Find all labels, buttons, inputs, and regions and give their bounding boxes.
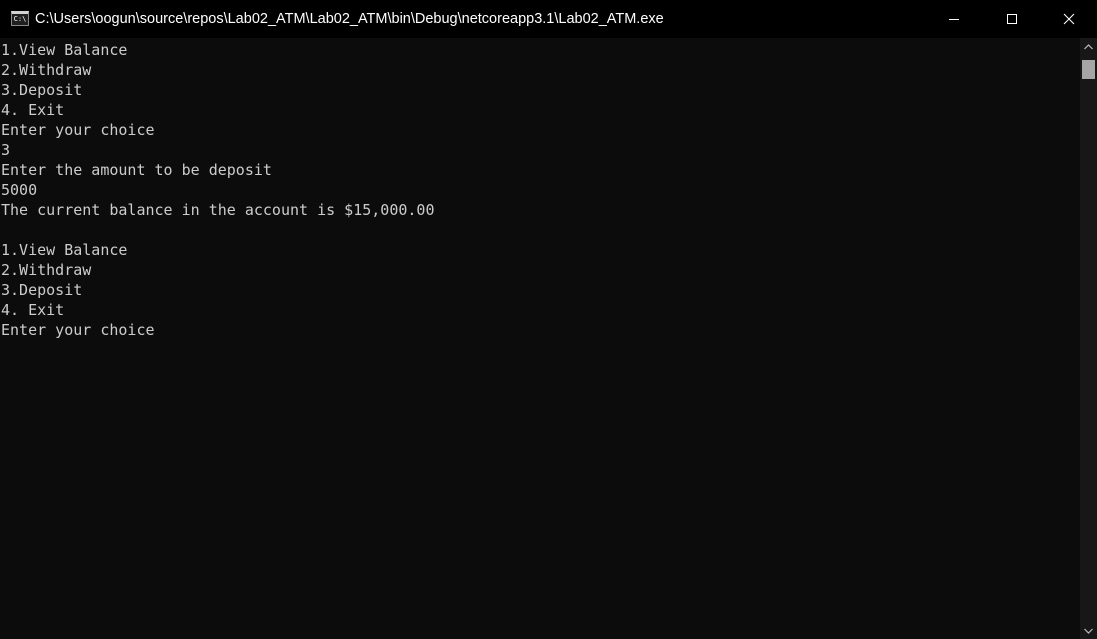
window-title: C:\Users\oogun\source\repos\Lab02_ATM\La…: [35, 11, 664, 27]
close-icon: [1063, 13, 1075, 25]
title-bar[interactable]: C:\ C:\Users\oogun\source\repos\Lab02_AT…: [0, 0, 1097, 38]
console-line: Enter your choice: [1, 121, 155, 139]
console-line: 4. Exit: [1, 101, 65, 119]
console-icon-label: C:\: [13, 15, 27, 23]
console-line: 3: [1, 141, 11, 159]
console-icon[interactable]: C:\: [11, 11, 29, 26]
close-button[interactable]: [1041, 0, 1097, 38]
console-line: 1.View Balance: [1, 241, 128, 259]
scroll-thumb[interactable]: [1082, 60, 1095, 79]
console-line: Enter the amount to be deposit: [1, 161, 272, 179]
maximize-icon: [1007, 14, 1017, 24]
console-line: 3.Deposit: [1, 81, 83, 99]
console-line: The current balance in the account is $1…: [1, 201, 435, 219]
maximize-button[interactable]: [983, 0, 1041, 38]
chevron-down-icon: [1084, 628, 1093, 634]
console-line: Enter your choice: [1, 321, 155, 339]
console-line: 2.Withdraw: [1, 261, 92, 279]
console-line: 4. Exit: [1, 301, 65, 319]
console-line: 3.Deposit: [1, 281, 83, 299]
console-line: 5000: [1, 181, 38, 199]
console-line: 1.View Balance: [1, 41, 128, 59]
vertical-scrollbar[interactable]: [1080, 38, 1097, 639]
minimize-icon: [949, 19, 959, 20]
scroll-down-button[interactable]: [1080, 622, 1097, 639]
console-output[interactable]: 1.View Balance 2.Withdraw 3.Deposit 4. E…: [0, 38, 1080, 639]
scroll-up-button[interactable]: [1080, 38, 1097, 55]
console-window: C:\ C:\Users\oogun\source\repos\Lab02_AT…: [0, 0, 1097, 639]
chevron-up-icon: [1084, 43, 1093, 49]
minimize-button[interactable]: [925, 0, 983, 38]
console-line: 2.Withdraw: [1, 61, 92, 79]
